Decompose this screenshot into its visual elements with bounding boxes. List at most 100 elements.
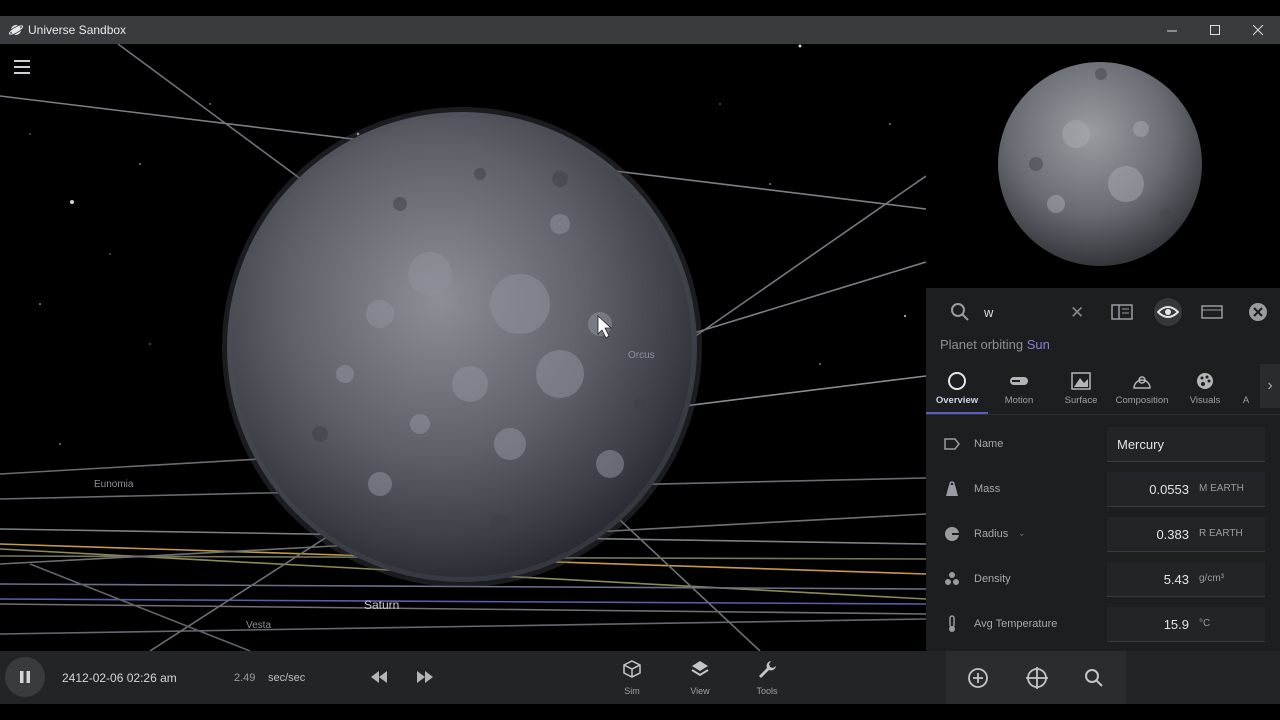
- temperature-field[interactable]: 15.9 °C: [1107, 607, 1265, 642]
- maximize-button[interactable]: [1194, 16, 1237, 44]
- temperature-value: 15.9: [1163, 617, 1189, 632]
- property-density-row: Density 5.43 g/cm³: [926, 562, 1280, 598]
- tools-tool-label: Tools: [756, 686, 778, 696]
- hamburger-menu-button[interactable]: [13, 58, 33, 76]
- minimize-panel-icon: [1201, 305, 1223, 319]
- search-icon: [1085, 669, 1103, 687]
- parent-body-link[interactable]: Sun: [1027, 337, 1050, 352]
- pause-icon: [20, 671, 30, 683]
- app-logo-icon: [8, 24, 24, 36]
- center-camera-button[interactable]: [1025, 666, 1049, 690]
- density-unit: g/cm³: [1199, 573, 1224, 584]
- properties-panel: w ✕ Planet orbiting Sun Overview Motion …: [926, 288, 1280, 651]
- fast-forward-button[interactable]: [414, 669, 436, 685]
- top-black-strip: [0, 0, 1280, 16]
- simulation-date[interactable]: 2412-02-06 02:26 am: [62, 671, 177, 685]
- search-icon[interactable]: [950, 302, 970, 322]
- pause-button[interactable]: [5, 657, 45, 697]
- weight-icon: [946, 481, 958, 496]
- time-rate-value[interactable]: 2.49: [234, 672, 255, 684]
- search-objects-button[interactable]: [1083, 667, 1105, 689]
- view-tool-button[interactable]: View: [675, 659, 725, 696]
- tab-surface-label: Surface: [1064, 395, 1098, 406]
- wrench-icon: [759, 661, 776, 678]
- fast-forward-icon: [417, 671, 433, 683]
- tab-overview[interactable]: Overview: [926, 366, 988, 414]
- label-orcus[interactable]: Orcus: [628, 350, 655, 361]
- close-panel-button[interactable]: [1246, 301, 1270, 323]
- label-saturn[interactable]: Saturn: [364, 598, 399, 612]
- space-scene: [0, 44, 926, 651]
- sim-tool-button[interactable]: Sim: [607, 659, 657, 696]
- tab-visuals[interactable]: Visuals: [1174, 366, 1236, 412]
- tab-motion[interactable]: Motion: [988, 366, 1050, 412]
- tab-visuals-label: Visuals: [1189, 395, 1221, 406]
- tab-overview-label: Overview: [935, 395, 979, 406]
- close-icon: [1253, 24, 1264, 35]
- name-value: Mercury: [1117, 437, 1164, 452]
- add-object-button[interactable]: [967, 667, 989, 689]
- panel-layout-icon: [1111, 304, 1133, 320]
- tabs-divider: [926, 414, 1280, 415]
- minimize-button[interactable]: [1151, 16, 1194, 44]
- simulation-viewport[interactable]: Eunomia Saturn Vesta Orcus: [0, 44, 926, 651]
- selected-body-preview: [926, 44, 1280, 288]
- collapse-panel-button[interactable]: [1200, 301, 1224, 323]
- tabs-scroll-right-button[interactable]: ›: [1260, 364, 1280, 408]
- property-temperature-row: Avg Temperature 15.9 °C: [926, 607, 1280, 643]
- time-rate-unit: sec/sec: [268, 672, 306, 684]
- panel-mode-button[interactable]: [1110, 301, 1134, 323]
- tools-tool-button[interactable]: Tools: [742, 659, 792, 696]
- window-title: Universe Sandbox: [28, 23, 127, 37]
- hamburger-icon: [14, 60, 30, 74]
- tab-composition[interactable]: Composition: [1112, 366, 1172, 412]
- motion-icon: [1010, 377, 1028, 385]
- properties-tabs: Overview Motion Surface Composition Visu…: [926, 366, 1256, 414]
- bottom-black-strip: [0, 704, 1280, 720]
- chevron-right-icon: ›: [1267, 377, 1273, 394]
- cube-icon: [623, 660, 641, 678]
- surface-icon: [1071, 372, 1091, 390]
- minimize-icon: [1167, 30, 1177, 31]
- move-camera-icon: [1026, 667, 1048, 689]
- view-tool-label: View: [690, 686, 710, 696]
- tab-composition-label: Composition: [1115, 395, 1169, 406]
- tag-icon: [944, 438, 960, 450]
- body-subtitle: Planet orbiting Sun: [940, 337, 1050, 352]
- property-mass-row: Mass 0.0553 M EARTH: [926, 472, 1280, 508]
- temperature-label: Avg Temperature: [974, 618, 1058, 630]
- mass-field[interactable]: 0.0553 M EARTH: [1107, 472, 1265, 507]
- layers-icon: [691, 661, 709, 677]
- bottom-toolbar: 2412-02-06 02:26 am 2.49 sec/sec Sim Vie…: [0, 651, 1280, 704]
- label-vesta[interactable]: Vesta: [246, 620, 271, 631]
- density-value: 5.43: [1163, 572, 1189, 587]
- focus-view-button[interactable]: [1154, 298, 1182, 326]
- radius-label: Radius: [974, 528, 1009, 540]
- radius-value: 0.383: [1156, 527, 1189, 542]
- density-icon: [945, 572, 959, 585]
- property-name-row: Name Mercury: [926, 427, 1280, 463]
- composition-icon: [1133, 376, 1151, 389]
- tab-motion-label: Motion: [1004, 395, 1034, 406]
- clear-search-icon[interactable]: ✕: [1070, 303, 1084, 323]
- add-circle-icon: [968, 668, 988, 688]
- bottom-right-actions: [946, 651, 1126, 704]
- tab-surface[interactable]: Surface: [1050, 366, 1112, 412]
- mercury-preview-image: [998, 62, 1202, 266]
- label-eunomia[interactable]: Eunomia: [94, 479, 133, 490]
- search-input[interactable]: w: [984, 305, 993, 320]
- radius-field[interactable]: 0.383 R EARTH: [1107, 517, 1265, 552]
- mercury-planet: [222, 107, 702, 587]
- name-field[interactable]: Mercury: [1107, 427, 1265, 462]
- close-circle-icon: [1249, 303, 1267, 321]
- radius-icon: [945, 527, 959, 541]
- close-window-button[interactable]: [1237, 16, 1280, 44]
- temperature-unit: °C: [1199, 618, 1211, 629]
- tab-more[interactable]: A: [1236, 366, 1256, 412]
- radius-unit: R EARTH: [1199, 528, 1243, 539]
- radius-dropdown-chevron-icon[interactable]: ⌄: [1018, 528, 1026, 539]
- rewind-button[interactable]: [368, 669, 390, 685]
- sim-tool-label: Sim: [624, 686, 640, 696]
- mass-value: 0.0553: [1149, 482, 1189, 497]
- density-field[interactable]: 5.43 g/cm³: [1107, 562, 1265, 597]
